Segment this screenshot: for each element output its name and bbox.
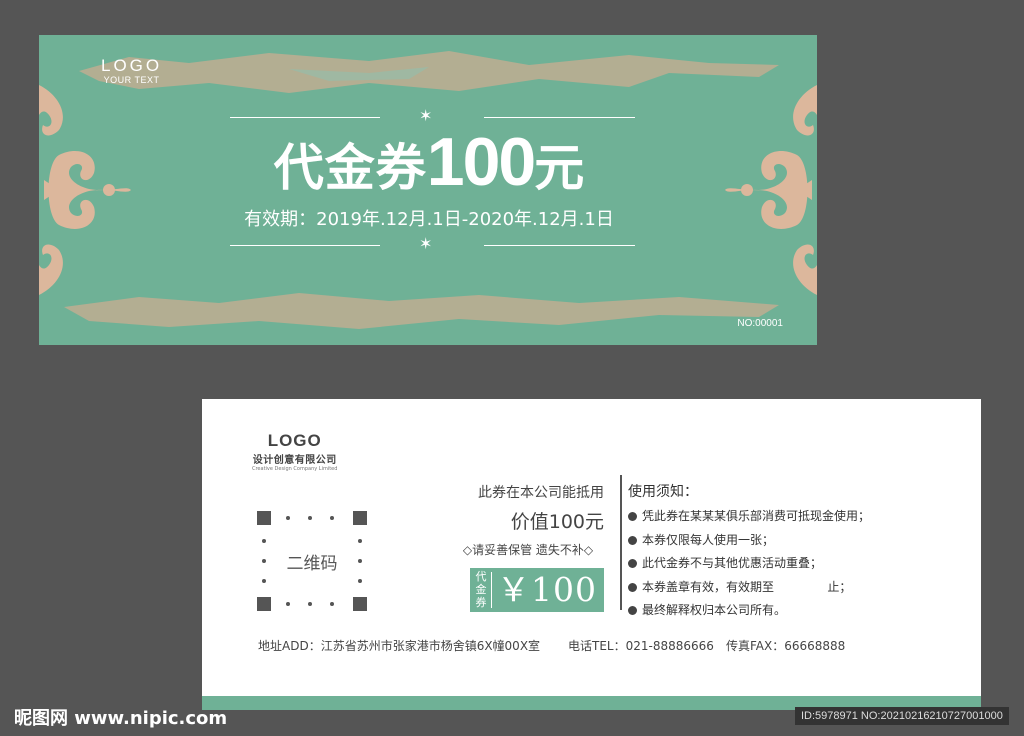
- voucher-front-card: LOGO YOUR TEXT ✶ ✶ 代金券100元 有效期：2019年.12月…: [39, 35, 817, 345]
- title-text: 代金券: [273, 139, 427, 197]
- list-item: 最终解释权归本公司所有。: [628, 599, 870, 623]
- left-ornament-icon: [39, 85, 131, 295]
- bullet-icon: [628, 606, 637, 615]
- qr-dot: [358, 579, 362, 583]
- qr-dot: [286, 602, 290, 606]
- keep-note: ◇请妥善保管 遗失不补◇: [462, 543, 594, 557]
- bullet-icon: [628, 512, 637, 521]
- validity-period: 有效期：2019年.12月.1日-2020年.12月.1日: [244, 209, 614, 230]
- list-item: 凭此券在某某某俱乐部消费可抵现金使用；: [628, 505, 870, 529]
- notice-item-text: 最终解释权归本公司所有。: [642, 603, 787, 617]
- notice-item-text: 本券盖章有效，有效期至 止；: [642, 579, 852, 594]
- list-item: 此代金券不与其他优惠活动重叠；: [628, 552, 870, 576]
- qr-dot: [262, 539, 266, 543]
- back-logo: LOGO 设计创意有限公司 Creative Design Company Li…: [252, 431, 337, 472]
- qr-corner-icon: [353, 511, 367, 525]
- qr-code-label: 二维码: [286, 554, 338, 574]
- notice-list: 凭此券在某某某俱乐部消费可抵现金使用； 本券仅限每人使用一张； 此代金券不与其他…: [628, 505, 870, 623]
- list-item: 本券盖章有效，有效期至 止；: [628, 576, 870, 600]
- usage-line-2: 价值100元: [510, 511, 604, 533]
- front-logo-text: LOGO: [101, 56, 163, 75]
- coupon-tag-value: ￥100: [497, 570, 597, 609]
- notice-item-text: 此代金券不与其他优惠活动重叠；: [642, 556, 823, 570]
- usage-statement: 此券在本公司能抵用 价值100元: [448, 482, 604, 534]
- notice-item-text: 本券仅限每人使用一张；: [642, 532, 775, 547]
- front-logo-subtext: YOUR TEXT: [103, 75, 160, 85]
- address-text: 地址ADD：江苏省苏州市张家港市杨舍镇6X幢00X室: [258, 639, 541, 653]
- voucher-back-card: LOGO 设计创意有限公司 Creative Design Company Li…: [202, 399, 981, 710]
- company-name-en: Creative Design Company Limited: [252, 466, 338, 472]
- list-item: 本券仅限每人使用一张；: [628, 529, 870, 553]
- image-id-watermark: ID:5978971 NO:20210216210727001000: [795, 707, 1009, 725]
- qr-code-placeholder: 二维码: [257, 511, 367, 611]
- right-ornament-icon: [725, 85, 817, 295]
- qr-dot: [330, 516, 334, 520]
- bullet-icon: [628, 559, 637, 568]
- title-amount: 100: [426, 124, 536, 200]
- coupon-tag-label: 代金券: [475, 570, 487, 609]
- coupon-tag-divider: [491, 572, 492, 608]
- notice-item-text: 凭此券在某某某俱乐部消费可抵现金使用；: [642, 509, 871, 523]
- qr-dot: [308, 602, 312, 606]
- bullet-icon: [628, 582, 637, 592]
- divider-top-left: [230, 117, 380, 118]
- usage-line-1: 此券在本公司能抵用: [478, 485, 604, 501]
- fax-text: 传真FAX：66668888: [726, 639, 846, 653]
- divider-bottom-right: [484, 245, 635, 246]
- title-unit: 元: [534, 139, 585, 197]
- usage-notice: 使用须知： 凭此券在某某某俱乐部消费可抵现金使用； 本券仅限每人使用一张； 此代…: [628, 481, 870, 623]
- serial-number: NO:00001: [737, 318, 783, 329]
- coupon-value-tag: 代金券 ￥100: [470, 568, 604, 612]
- brush-stroke-top: [79, 51, 779, 93]
- qr-dot: [330, 602, 334, 606]
- divider-top-right: [484, 117, 635, 118]
- qr-dot: [308, 516, 312, 520]
- qr-dot: [358, 539, 362, 543]
- back-logo-text: LOGO: [267, 431, 322, 450]
- qr-corner-icon: [257, 511, 271, 525]
- star-icon-bottom: ✶: [419, 234, 433, 253]
- site-watermark: 昵图网 www.nipic.com: [14, 708, 228, 729]
- vertical-divider: [620, 475, 622, 610]
- star-icon-top: ✶: [419, 106, 433, 125]
- front-logo: LOGO YOUR TEXT: [101, 56, 163, 86]
- phone-text: 电话TEL：021-88886666: [568, 639, 714, 653]
- company-name: 设计创意有限公司: [252, 455, 337, 466]
- qr-dot: [262, 579, 266, 583]
- qr-dot: [286, 516, 290, 520]
- notice-title: 使用须知：: [628, 484, 698, 500]
- bullet-icon: [628, 535, 637, 545]
- voucher-title: 代金券100元: [219, 125, 639, 217]
- divider-bottom-left: [230, 245, 380, 246]
- qr-corner-icon: [257, 597, 271, 611]
- qr-corner-icon: [353, 597, 367, 611]
- brush-stroke-bottom: [64, 293, 779, 329]
